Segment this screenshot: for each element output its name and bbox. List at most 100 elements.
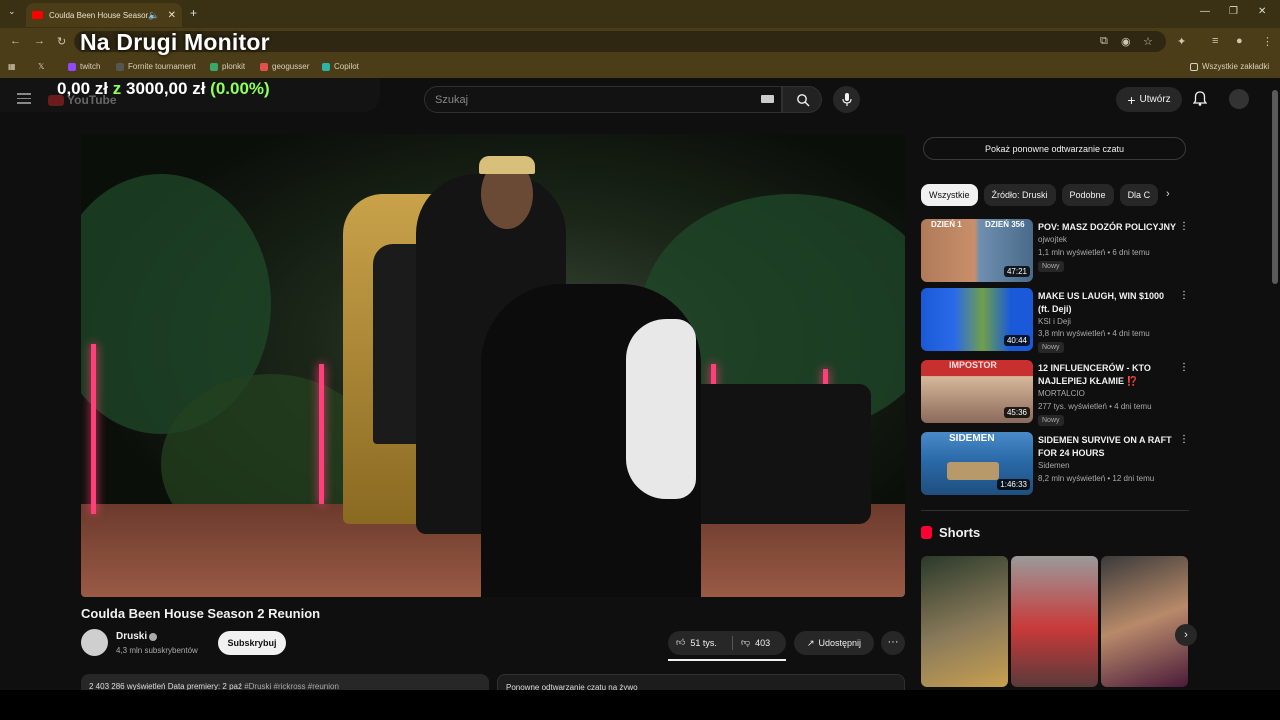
back-icon[interactable]: ← bbox=[10, 35, 21, 47]
new-tab-icon[interactable]: + bbox=[190, 6, 197, 20]
bookmark-plonkit[interactable]: plonkit bbox=[210, 62, 245, 71]
microphone-icon bbox=[841, 92, 852, 106]
new-badge: Nowy bbox=[1038, 415, 1064, 426]
recommendation-channel: ojwojtek bbox=[1038, 235, 1067, 244]
short-thumbnail[interactable] bbox=[1101, 556, 1188, 687]
browser-menu-icon[interactable]: ⋮ bbox=[1262, 35, 1273, 48]
tab-list-icon[interactable]: ⌄ bbox=[8, 6, 16, 17]
tab-title: Coulda Been House Season bbox=[49, 10, 149, 20]
recommendation-item[interactable]: 40:44 MAKE US LAUGH, WIN $1000 (ft. Deji… bbox=[921, 288, 1189, 353]
x-bookmark-icon[interactable]: 𝕏 bbox=[38, 62, 44, 71]
eye-off-icon[interactable]: ◉ bbox=[1121, 35, 1131, 48]
profile-icon[interactable]: ● bbox=[1236, 35, 1243, 47]
shorts-header: Shorts bbox=[921, 525, 980, 540]
kebab-menu-icon[interactable]: ⋮ bbox=[1179, 221, 1189, 232]
account-avatar[interactable] bbox=[1229, 89, 1249, 109]
new-badge: Nowy bbox=[1038, 342, 1064, 353]
video-thumbnail[interactable]: IMPOSTOR 45:36 bbox=[921, 360, 1033, 423]
recommendation-meta: 1,1 mln wyświetleń • 6 dni temu bbox=[1038, 248, 1150, 257]
channel-name[interactable]: Druski bbox=[116, 631, 147, 642]
recommendation-meta: 8,2 mln wyświetleń • 12 dni temu bbox=[1038, 474, 1155, 483]
short-thumbnail[interactable] bbox=[921, 556, 1008, 687]
recommendation-title: SIDEMEN SURVIVE ON A RAFT FOR 24 HOURS bbox=[1038, 435, 1172, 458]
overlay-title: Na Drugi Monitor bbox=[80, 29, 270, 55]
forward-icon[interactable]: → bbox=[34, 35, 45, 47]
recommendation-item[interactable]: SIDEMEN 1:46:33 SIDEMEN SURVIVE ON A RAF… bbox=[921, 432, 1189, 496]
close-tab-icon[interactable]: ✕ bbox=[168, 10, 176, 21]
search-button[interactable] bbox=[782, 86, 822, 113]
short-thumbnail[interactable] bbox=[1011, 556, 1098, 687]
recommendation-title: POV: MASZ DOZÓR POLICYJNY bbox=[1038, 222, 1177, 232]
chevron-right-icon[interactable]: › bbox=[1166, 188, 1170, 200]
dislike-count: 403 bbox=[755, 637, 771, 648]
kebab-menu-icon[interactable]: ⋮ bbox=[1179, 434, 1189, 445]
thumbs-down-icon: 👎︎ bbox=[741, 637, 751, 647]
chip-all[interactable]: Wszystkie bbox=[921, 184, 978, 206]
speaker-icon[interactable]: 🔈 bbox=[148, 10, 159, 21]
thumbs-up-icon: 👍︎ bbox=[676, 637, 686, 647]
kebab-menu-icon[interactable]: ⋮ bbox=[1179, 290, 1189, 301]
like-dislike-bar: 👍︎ 51 tys. 👎︎ 403 bbox=[668, 631, 786, 655]
shorts-logo-icon bbox=[921, 526, 932, 539]
dislike-button[interactable]: 👎︎ 403 bbox=[741, 637, 770, 648]
minimize-icon[interactable]: — bbox=[1200, 6, 1210, 17]
shorts-next-button[interactable]: › bbox=[1175, 624, 1197, 646]
filter-chips: Wszystkie Źródło: Druski Podobne Dla C bbox=[921, 184, 1159, 206]
search-icon bbox=[797, 94, 810, 107]
more-actions-button[interactable]: ··· bbox=[881, 631, 905, 655]
bottom-strip bbox=[0, 690, 1280, 720]
kebab-menu-icon[interactable]: ⋮ bbox=[1179, 362, 1189, 373]
install-app-icon[interactable]: ⧉ bbox=[1100, 35, 1108, 48]
recommendation-item[interactable]: IMPOSTOR 45:36 12 INFLUENCERÓW - KTO NAJ… bbox=[921, 360, 1189, 426]
youtube-favicon-icon bbox=[32, 11, 43, 19]
guide-menu-icon[interactable] bbox=[17, 93, 31, 107]
browser-tab-bar: ⌄ Coulda Been House Season 🔈 ✕ + — ❐ ✕ bbox=[0, 0, 1280, 28]
divider bbox=[921, 510, 1189, 511]
recommendation-item[interactable]: DZIEŃ 1 DZIEŃ 356 47:21 POV: MASZ DOZÓR … bbox=[921, 219, 1189, 283]
recommendation-meta: 3,8 mln wyświetleń • 4 dni temu bbox=[1038, 329, 1150, 338]
share-icon: ↗ bbox=[806, 637, 815, 648]
video-thumbnail[interactable]: SIDEMEN 1:46:33 bbox=[921, 432, 1033, 495]
chip-source-druski[interactable]: Źródło: Druski bbox=[983, 184, 1056, 206]
close-window-icon[interactable]: ✕ bbox=[1258, 6, 1266, 17]
bookmark-geogusser[interactable]: geogusser bbox=[260, 62, 309, 71]
chip-similar[interactable]: Podobne bbox=[1061, 184, 1114, 206]
reload-icon[interactable]: ↻ bbox=[57, 35, 66, 48]
voice-search-button[interactable] bbox=[833, 86, 860, 113]
media-icon[interactable]: ≡ bbox=[1212, 35, 1218, 47]
maximize-icon[interactable]: ❐ bbox=[1229, 6, 1238, 17]
browser-tab[interactable]: Coulda Been House Season 🔈 ✕ bbox=[26, 3, 182, 27]
verified-icon bbox=[149, 633, 157, 641]
chip-for-you[interactable]: Dla C bbox=[1119, 184, 1159, 206]
search-input[interactable]: Szukaj bbox=[424, 86, 782, 113]
like-count: 51 tys. bbox=[690, 637, 717, 648]
video-thumbnail[interactable]: 40:44 bbox=[921, 288, 1033, 351]
recommendation-channel: Sidemen bbox=[1038, 461, 1070, 470]
bookmark-twitch[interactable]: twitch bbox=[68, 62, 100, 71]
recommendation-channel: KSI i Deji bbox=[1038, 317, 1071, 326]
recommendation-title: MAKE US LAUGH, WIN $1000 (ft. Deji) bbox=[1038, 291, 1165, 314]
create-button[interactable]: + Utwórz bbox=[1116, 87, 1182, 112]
video-thumbnail[interactable]: DZIEŃ 1 DZIEŃ 356 47:21 bbox=[921, 219, 1033, 282]
like-ratio-bar bbox=[668, 659, 786, 661]
video-player[interactable] bbox=[81, 134, 905, 597]
like-button[interactable]: 👍︎ 51 tys. bbox=[676, 637, 717, 648]
page-scrollbar[interactable] bbox=[1272, 90, 1278, 284]
show-chat-replay-button[interactable]: Pokaż ponowne odtwarzanie czatu bbox=[923, 137, 1186, 160]
apps-icon[interactable]: ▦ bbox=[8, 62, 16, 71]
bookmark-copilot[interactable]: Copilot bbox=[322, 62, 359, 71]
notifications-bell-icon[interactable] bbox=[1192, 91, 1208, 111]
extensions-icon[interactable]: ✦ bbox=[1177, 35, 1186, 48]
share-button[interactable]: ↗ Udostępnij bbox=[794, 631, 874, 655]
star-icon[interactable]: ☆ bbox=[1143, 35, 1153, 48]
youtube-logo[interactable]: YouTube bbox=[48, 93, 117, 107]
recommendation-meta: 277 tys. wyświetleń • 4 dni temu bbox=[1038, 402, 1152, 411]
channel-avatar[interactable] bbox=[81, 629, 108, 656]
plus-icon: + bbox=[1127, 91, 1136, 108]
keyboard-icon[interactable] bbox=[761, 95, 774, 103]
bookmark-fortnite[interactable]: Fornite tournament bbox=[116, 62, 196, 71]
subscribe-button[interactable]: Subskrybuj bbox=[218, 631, 286, 655]
subscriber-count: 4,3 mln subskrybentów bbox=[116, 646, 198, 655]
video-title: Coulda Been House Season 2 Reunion bbox=[81, 606, 321, 621]
all-bookmarks[interactable]: Wszystkie zakładki bbox=[1190, 62, 1269, 71]
